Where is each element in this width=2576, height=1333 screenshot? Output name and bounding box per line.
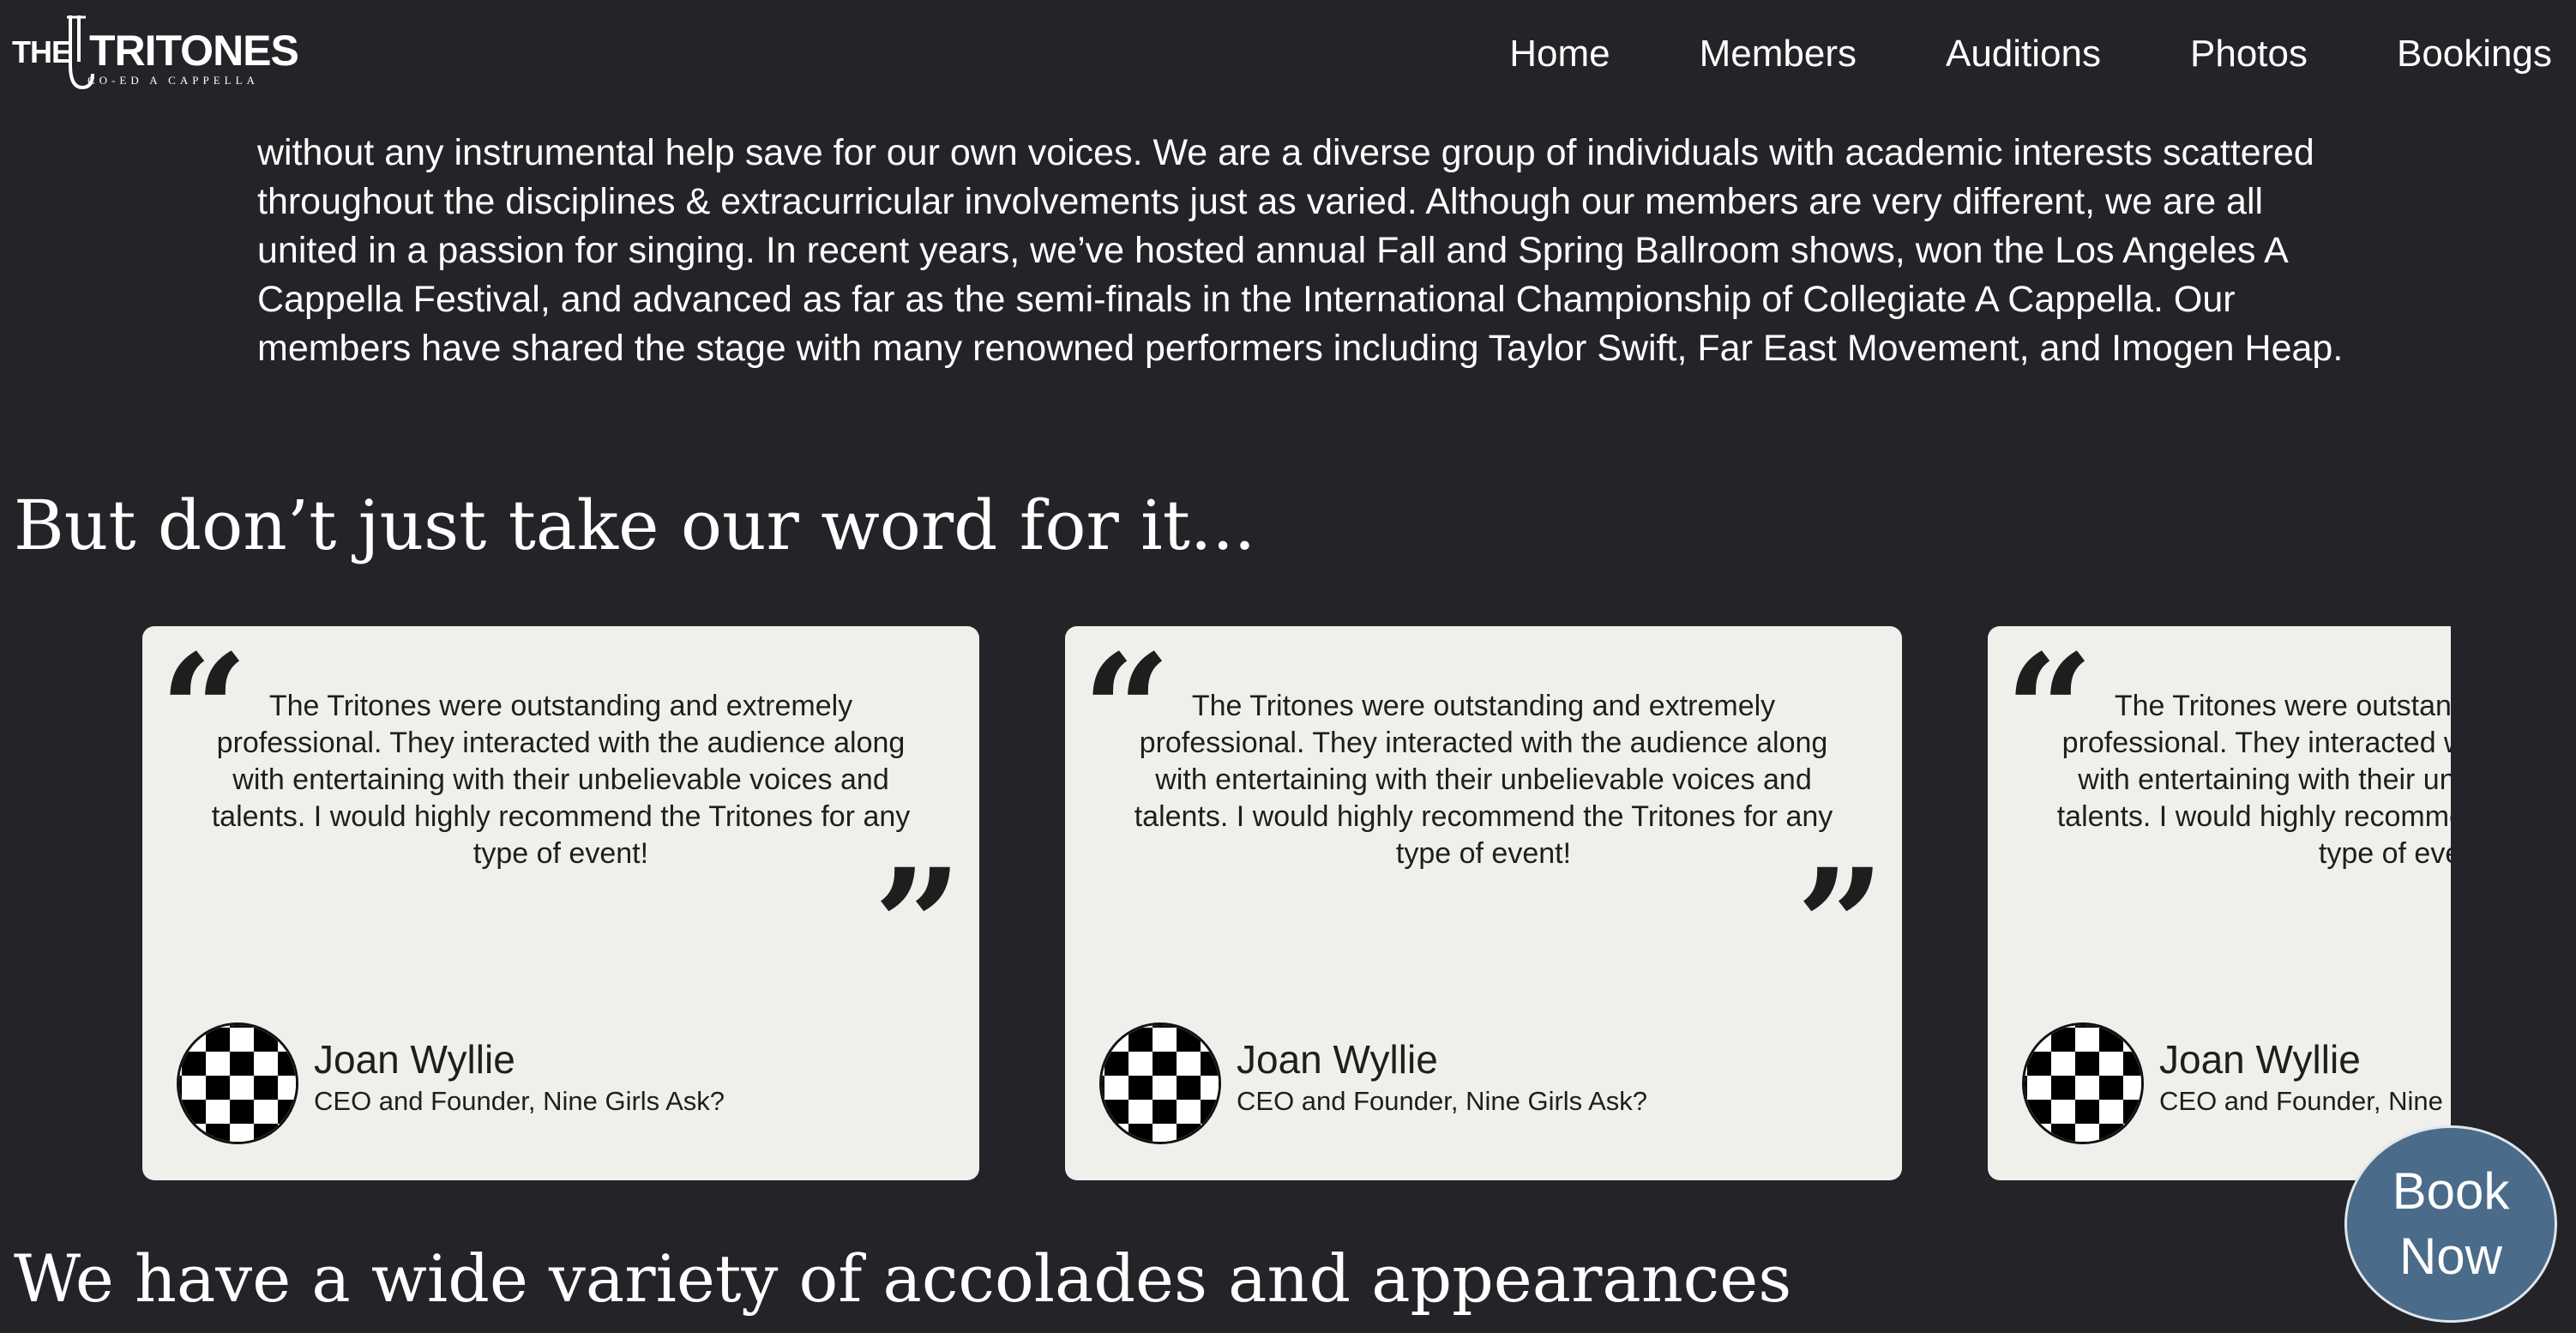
nav-link-members[interactable]: Members — [1700, 33, 1857, 75]
testimonial-card: “ The Tritones were outstanding and extr… — [1065, 626, 1902, 1180]
close-quote-icon: ” — [1796, 835, 1885, 1016]
nav-link-photos[interactable]: Photos — [2190, 33, 2308, 75]
nav-link-auditions[interactable]: Auditions — [1946, 33, 2101, 75]
logo-name-text: TRITONES — [89, 27, 299, 75]
testimonial-author-title: CEO and Founder, Nine Girls Ask? — [2159, 1086, 2451, 1116]
avatar — [2022, 1022, 2144, 1144]
nav-link-bookings[interactable]: Bookings — [2397, 33, 2552, 75]
logo-the-text: THE — [12, 34, 72, 69]
testimonial-card: “ The Tritones were outstanding and extr… — [1988, 626, 2451, 1180]
site-logo[interactable]: THE TRITONES CO-ED A CAPPELLA — [12, 14, 299, 93]
book-now-label-line1: Book — [2392, 1162, 2510, 1220]
avatar — [1099, 1022, 1221, 1144]
testimonial-author-name: Joan Wyllie — [314, 1037, 515, 1082]
testimonial-carousel[interactable]: “ The Tritones were outstanding and extr… — [142, 626, 2451, 1182]
accolades-heading: We have a wide variety of accolades and … — [14, 1240, 1792, 1317]
testimonial-quote: The Tritones were outstanding and extrem… — [1134, 690, 1833, 870]
nav-link-home[interactable]: Home — [1509, 33, 1610, 75]
testimonials-heading: But don’t just take our word for it... — [14, 486, 1256, 565]
testimonial-card: “ The Tritones were outstanding and extr… — [142, 626, 979, 1180]
close-quote-icon: ” — [873, 835, 962, 1016]
top-nav: THE TRITONES CO-ED A CAPPELLA Home Membe… — [0, 0, 2576, 113]
testimonial-quote: The Tritones were outstanding and extrem… — [211, 690, 911, 870]
logo-subtitle: CO-ED A CAPPELLA — [87, 74, 259, 87]
testimonial-author-name: Joan Wyllie — [2159, 1037, 2361, 1082]
testimonial-author-title: CEO and Founder, Nine Girls Ask? — [314, 1086, 725, 1116]
book-now-label-line2: Now — [2398, 1227, 2502, 1285]
intro-paragraph: without any instrumental help save for o… — [257, 132, 2344, 369]
book-now-button[interactable]: Book Now — [2344, 1125, 2557, 1323]
testimonial-author-title: CEO and Founder, Nine Girls Ask? — [1237, 1086, 1648, 1116]
testimonial-quote: The Tritones were outstanding and extrem… — [2056, 690, 2451, 870]
avatar — [177, 1022, 298, 1144]
nav-links: Home Members Auditions Photos Bookings — [1509, 33, 2552, 75]
testimonial-author-name: Joan Wyllie — [1237, 1037, 1438, 1082]
